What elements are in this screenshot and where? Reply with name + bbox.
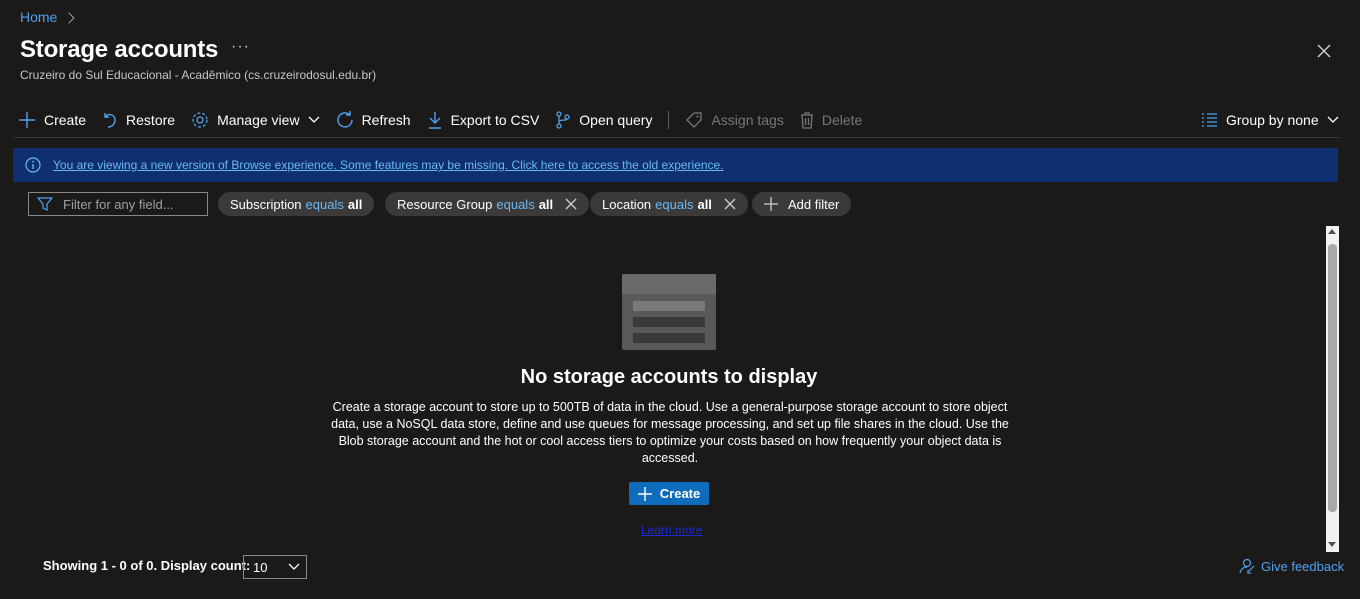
- chevron-down-icon: [308, 116, 320, 123]
- plus-icon: [637, 486, 652, 501]
- learn-more-link[interactable]: Learn more: [641, 523, 702, 537]
- info-banner: You are viewing a new version of Browse …: [13, 148, 1338, 182]
- delete-button[interactable]: Delete: [800, 111, 862, 129]
- feedback-person-icon: [1239, 558, 1255, 574]
- manage-view-button[interactable]: Manage view: [191, 111, 320, 129]
- undo-icon: [104, 113, 116, 128]
- close-icon[interactable]: [1315, 42, 1333, 60]
- filter-field-name: Location: [602, 196, 652, 212]
- group-by-label: Group by none: [1226, 112, 1319, 128]
- refresh-button[interactable]: Refresh: [336, 111, 411, 129]
- toolbar-divider: [668, 111, 670, 129]
- create-storage-account-button[interactable]: Create: [629, 482, 709, 505]
- filter-operator: equals: [305, 196, 344, 212]
- delete-label: Delete: [821, 112, 863, 128]
- add-filter-label: Add filter: [788, 196, 840, 212]
- filter-input[interactable]: [63, 196, 203, 212]
- filter-value: all: [538, 196, 554, 212]
- open-query-button[interactable]: Open query: [555, 111, 652, 129]
- filter-operator: equals: [496, 196, 535, 212]
- open-query-label: Open query: [579, 112, 653, 128]
- filter-operator: equals: [655, 196, 694, 212]
- give-feedback-link[interactable]: Give feedback: [1239, 558, 1344, 574]
- scroll-up-arrow[interactable]: [1328, 229, 1336, 234]
- restore-button[interactable]: Restore: [102, 111, 175, 129]
- gear-icon: [192, 112, 208, 128]
- storage-illustration-icon: [622, 274, 716, 350]
- chevron-down-icon: [288, 563, 300, 570]
- add-filter-button[interactable]: Add filter: [752, 192, 852, 216]
- assign-tags-label: Assign tags: [711, 112, 784, 128]
- filter-value: all: [697, 196, 712, 212]
- create-button[interactable]: Create: [18, 111, 86, 129]
- filter-field[interactable]: [28, 192, 208, 216]
- old-experience-link[interactable]: You are viewing a new version of Browse …: [53, 158, 724, 172]
- refresh-label: Refresh: [361, 112, 411, 128]
- restore-label: Restore: [126, 112, 176, 128]
- filter-pill-resource-group[interactable]: Resource Group equals all: [385, 192, 590, 216]
- export-csv-label: Export to CSV: [450, 112, 540, 128]
- trash-icon: [800, 112, 813, 129]
- create-label: Create: [44, 112, 87, 128]
- breadcrumb: Home: [20, 9, 76, 25]
- export-csv-button[interactable]: Export to CSV: [427, 111, 540, 129]
- plus-icon: [19, 112, 35, 128]
- list-icon: [1202, 113, 1217, 127]
- info-icon: [25, 157, 41, 173]
- display-count-value: 10: [253, 559, 268, 575]
- download-icon: [428, 112, 441, 129]
- empty-state-title: No storage accounts to display: [520, 366, 818, 388]
- query-icon: [556, 111, 570, 129]
- more-options-button[interactable]: ···: [231, 38, 250, 56]
- remove-filter-icon[interactable]: [565, 198, 577, 210]
- assign-tags-button[interactable]: Assign tags: [685, 111, 784, 129]
- group-by-dropdown[interactable]: Group by none: [1201, 108, 1339, 132]
- filter-icon: [37, 197, 53, 211]
- scroll-down-arrow[interactable]: [1328, 542, 1336, 547]
- plus-icon: [764, 197, 778, 211]
- remove-filter-icon[interactable]: [724, 198, 736, 210]
- filter-field-name: Subscription: [230, 196, 302, 212]
- toolbar-divider-line: [14, 137, 1340, 138]
- empty-state-description: Create a storage account to store up to …: [331, 400, 1009, 465]
- command-bar: Create Restore Manage view Refresh Expor…: [18, 108, 878, 132]
- scrollbar-thumb[interactable]: [1328, 244, 1337, 512]
- refresh-icon: [336, 111, 353, 128]
- filter-value: all: [347, 196, 363, 212]
- page-subtitle: Cruzeiro do Sul Educacional - Acadêmico …: [20, 68, 377, 82]
- create-button-label: Create: [659, 486, 701, 501]
- filter-pill-location[interactable]: Location equals all: [590, 192, 748, 216]
- tag-icon: [686, 112, 703, 128]
- chevron-right-icon: [63, 11, 76, 24]
- page-title: Storage accounts: [20, 36, 219, 63]
- breadcrumb-home-link[interactable]: Home: [20, 9, 57, 25]
- display-count-select[interactable]: 10: [243, 555, 307, 579]
- give-feedback-label: Give feedback: [1261, 558, 1345, 574]
- chevron-down-icon: [1327, 116, 1339, 123]
- manage-view-label: Manage view: [217, 112, 300, 128]
- filter-pill-subscription[interactable]: Subscription equals all: [218, 192, 375, 216]
- filter-field-name: Resource Group: [397, 196, 493, 212]
- pagination-summary: Showing 1 - 0 of 0. Display count:: [43, 558, 251, 573]
